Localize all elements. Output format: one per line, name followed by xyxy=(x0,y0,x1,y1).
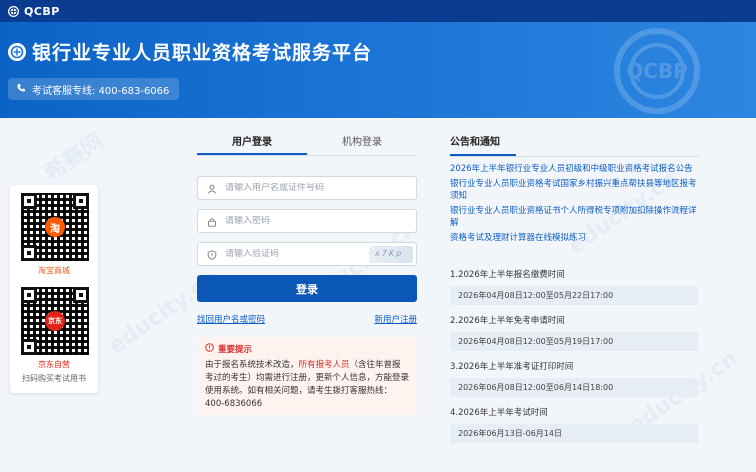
qr-caption: 扫码购买考试用书 xyxy=(22,374,86,383)
schedule-title: 2.2026年上半年免考申请时间 xyxy=(450,316,565,326)
notice-highlight: 所有报考人员 xyxy=(298,360,350,370)
announcements-heading: 公告和通知 xyxy=(450,130,516,156)
phone-icon xyxy=(16,83,26,96)
announcement-list: 2026年上半年银行业专业人员初级和中级职业资格考试报名公告 银行业专业人员职业… xyxy=(450,163,698,247)
emblem-icon xyxy=(8,42,26,61)
password-input[interactable] xyxy=(225,216,365,226)
watermark-text: 希赛网 xyxy=(40,128,109,188)
notice-title: 重要提示 xyxy=(218,344,253,355)
schedule-date: 2026年04月08日12:00至05月22日17:00 xyxy=(450,286,698,305)
announcement-link[interactable]: 资格考试及理财计算器在线模拟练习 xyxy=(450,232,698,244)
shield-icon xyxy=(207,245,217,264)
schedule-date: 2026年06月13日-06月14日 xyxy=(450,424,698,443)
alert-icon xyxy=(205,343,214,357)
schedule-title: 4.2026年上半年考试时间 xyxy=(450,408,548,418)
announcements-panel: 公告和通知 2026年上半年银行业专业人员初级和中级职业资格考试报名公告 银行业… xyxy=(450,130,698,443)
qcbp-watermark-icon: QCBP xyxy=(614,28,700,114)
login-panel: 用户登录 机构登录 x7Kp 登录 找回用户名或密码 新用户注册 重要提示 xyxy=(197,130,417,420)
header-banner: QCBP 银行业专业人员职业资格考试服务平台 考试客服专线: 400-683-6… xyxy=(0,22,756,118)
notice-header: 重要提示 xyxy=(205,343,409,357)
register-link[interactable]: 新用户注册 xyxy=(374,313,417,325)
svg-text:QCBP: QCBP xyxy=(626,59,688,83)
tab-org-login[interactable]: 机构登录 xyxy=(307,130,417,155)
schedule-item: 1.2026年上半年报名缴费时间 2026年04月08日12:00至05月22日… xyxy=(450,269,698,305)
notice-body: 由于报名系统技术改造，所有报考人员（含往年曾报考过的考生）均需进行注册，更新个人… xyxy=(205,360,410,409)
tab-user-login[interactable]: 用户登录 xyxy=(197,130,307,155)
brand-name: QCBP xyxy=(24,4,60,18)
qr-code-card: 淘 淘宝商城 京东 京东自营 扫码购买考试用书 xyxy=(10,185,98,393)
captcha-image[interactable]: x7Kp xyxy=(369,246,413,263)
schedule-item: 3.2026年上半年准考证打印时间 2026年06月08日12:00至06月14… xyxy=(450,361,698,397)
captcha-field: x7Kp xyxy=(197,242,417,266)
forgot-password-link[interactable]: 找回用户名或密码 xyxy=(197,313,265,325)
taobao-icon: 淘 xyxy=(45,217,65,237)
top-bar: QCBP xyxy=(0,0,756,22)
schedule-date: 2026年06月08日12:00至06月14日18:00 xyxy=(450,378,698,397)
lock-icon xyxy=(207,212,217,231)
announcement-link[interactable]: 银行业专业人员职业资格证书个人所得税专项附加扣除操作流程详解 xyxy=(450,205,698,229)
schedule-item: 4.2026年上半年考试时间 2026年06月13日-06月14日 xyxy=(450,407,698,443)
schedule-title: 1.2026年上半年报名缴费时间 xyxy=(450,270,565,280)
login-tabs: 用户登录 机构登录 xyxy=(197,130,417,156)
jd-label: 京东自营 xyxy=(38,360,70,369)
login-links: 找回用户名或密码 新用户注册 xyxy=(197,313,417,325)
taobao-label: 淘宝商城 xyxy=(38,266,70,275)
schedule-item: 2.2026年上半年免考申请时间 2026年04月08日12:00至05月19日… xyxy=(450,315,698,351)
jd-qr-code[interactable]: 京东 xyxy=(21,287,89,355)
jd-icon: 京东 xyxy=(45,311,65,331)
hotline-text: 考试客服专线: 400-683-6066 xyxy=(32,85,170,97)
taobao-qr-code[interactable]: 淘 xyxy=(21,193,89,261)
page-title: 银行业专业人员职业资格考试服务平台 xyxy=(32,42,373,64)
schedule-date: 2026年04月08日12:00至05月19日17:00 xyxy=(450,332,698,351)
hotline-badge: 考试客服专线: 400-683-6066 xyxy=(8,78,180,100)
announcement-link[interactable]: 银行业专业人员职业资格考试国家乡村振兴重点帮扶县等地区报考须知 xyxy=(450,178,698,202)
user-icon xyxy=(207,179,217,198)
important-notice: 重要提示 由于报名系统技术改造，所有报考人员（含往年曾报考过的考生）均需进行注册… xyxy=(197,337,417,415)
username-field xyxy=(197,176,417,200)
username-input[interactable] xyxy=(225,183,365,193)
login-button[interactable]: 登录 xyxy=(197,275,417,302)
password-field xyxy=(197,209,417,233)
qcbp-logo-icon xyxy=(8,5,19,17)
captcha-input[interactable] xyxy=(225,249,365,259)
schedule-title: 3.2026年上半年准考证打印时间 xyxy=(450,362,574,372)
site-title: 银行业专业人员职业资格考试服务平台 xyxy=(8,38,372,65)
announcement-link[interactable]: 2026年上半年银行业专业人员初级和中级职业资格考试报名公告 xyxy=(450,163,698,175)
